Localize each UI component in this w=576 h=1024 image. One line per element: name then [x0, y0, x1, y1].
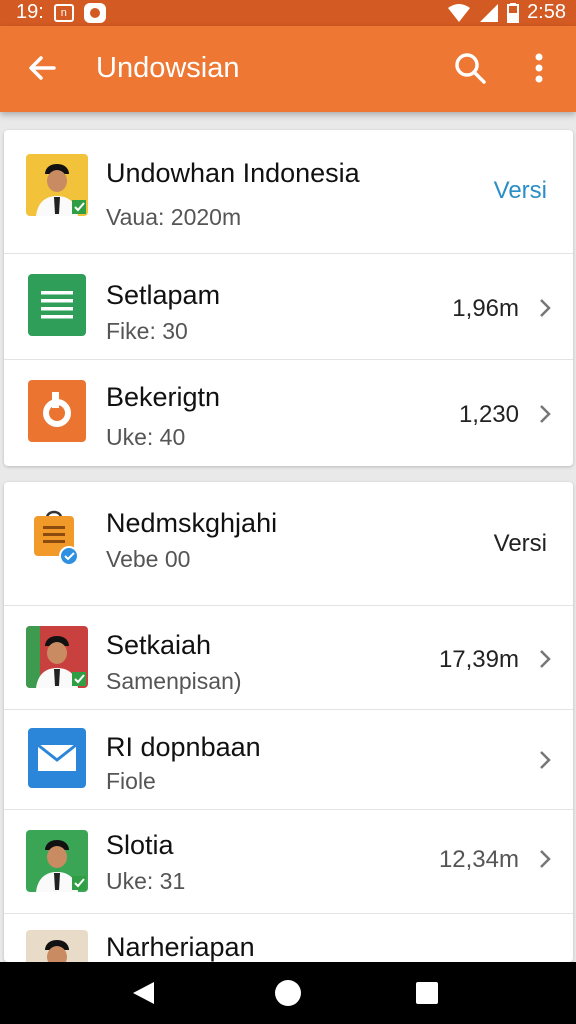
- list-item[interactable]: Slotia Uke: 31 12,34m: [4, 810, 573, 914]
- page-title: Undowsian: [96, 52, 240, 84]
- item-subtitle: Samenpisan): [106, 668, 242, 694]
- app-bar: Undowsian: [0, 26, 576, 112]
- wifi-icon: [448, 3, 471, 22]
- profile-photo-icon: [26, 930, 88, 962]
- document-icon: [28, 274, 86, 336]
- item-subtitle: Fiole: [106, 768, 156, 794]
- item-version-label[interactable]: Versi: [494, 530, 547, 558]
- notification-icon: n: [53, 3, 74, 22]
- chevron-right-icon[interactable]: [537, 647, 553, 671]
- item-subtitle: Fike: 30: [106, 318, 188, 344]
- item-subtitle: Vebe 00: [106, 546, 191, 572]
- list-item[interactable]: Bekerigtn Uke: 40 1,230: [4, 360, 573, 466]
- item-subtitle: Vaua: 2020m: [106, 204, 242, 230]
- list-item[interactable]: Undowhan Indonesia Vaua: 2020m Versi: [4, 130, 573, 254]
- orange-app-icon: [28, 380, 86, 442]
- chevron-right-icon[interactable]: [537, 847, 553, 871]
- item-value: 1,96m: [452, 295, 519, 322]
- search-icon[interactable]: [452, 50, 488, 86]
- item-name: Setlapam: [106, 280, 221, 310]
- item-name: Bekerigtn: [106, 382, 221, 412]
- item-value: 12,34m: [438, 846, 519, 873]
- chevron-right-icon[interactable]: [537, 748, 553, 772]
- system-nav-bar: [0, 962, 576, 1024]
- item-name: Slotia: [106, 830, 174, 860]
- profile-photo-icon: [26, 830, 88, 892]
- shopping-bag-check-icon: [34, 510, 79, 566]
- status-bar: 19: n 2:58: [0, 0, 576, 26]
- list-item[interactable]: Setlapam Fike: 30 1,96m: [4, 254, 573, 360]
- item-name: Nedmskghjahi: [106, 508, 278, 538]
- nav-home-icon[interactable]: [275, 980, 301, 1006]
- item-name: Undowhan Indonesia: [106, 158, 360, 188]
- item-subtitle: Uke: 40: [106, 424, 186, 450]
- item-name: RI dopnbaan: [106, 732, 261, 762]
- list-item[interactable]: Setkaiah Samenpisan) 17,39m: [4, 606, 573, 710]
- chevron-right-icon[interactable]: [537, 296, 553, 320]
- profile-photo-icon: [26, 626, 88, 688]
- item-subtitle: Uke: 31: [106, 868, 186, 894]
- status-left-text: 19:: [16, 1, 44, 23]
- battery-icon: [507, 2, 520, 23]
- item-value: 1,230: [458, 401, 519, 428]
- item-version-link[interactable]: Versi: [494, 177, 547, 205]
- item-name: Setkaiah: [106, 630, 212, 660]
- status-time: 2:58: [527, 1, 566, 23]
- nav-recents-icon[interactable]: [416, 982, 438, 1004]
- arrow-back-icon[interactable]: [24, 50, 60, 86]
- signal-icon: [480, 3, 499, 22]
- notification-box-text: n: [60, 6, 67, 19]
- list-item[interactable]: Narheriapan: [4, 914, 573, 962]
- list-item[interactable]: RI dopnbaan Fiole: [4, 710, 573, 810]
- list-item[interactable]: Nedmskghjahi Vebe 00 Versi: [4, 482, 573, 606]
- nav-back-icon[interactable]: [130, 980, 156, 1006]
- chevron-right-icon[interactable]: [537, 402, 553, 426]
- app-list-card-1: Undowhan Indonesia Vaua: 2020m Versi Set…: [4, 130, 573, 466]
- mail-icon: [28, 728, 86, 788]
- item-name: Narheriapan: [106, 932, 255, 962]
- app-notification-icon: [83, 2, 106, 23]
- item-value: 17,39m: [438, 646, 519, 673]
- more-vert-icon[interactable]: [524, 50, 554, 86]
- profile-photo-icon: [26, 154, 88, 216]
- app-list-card-2: Nedmskghjahi Vebe 00 Versi Setkaiah Same…: [4, 482, 573, 962]
